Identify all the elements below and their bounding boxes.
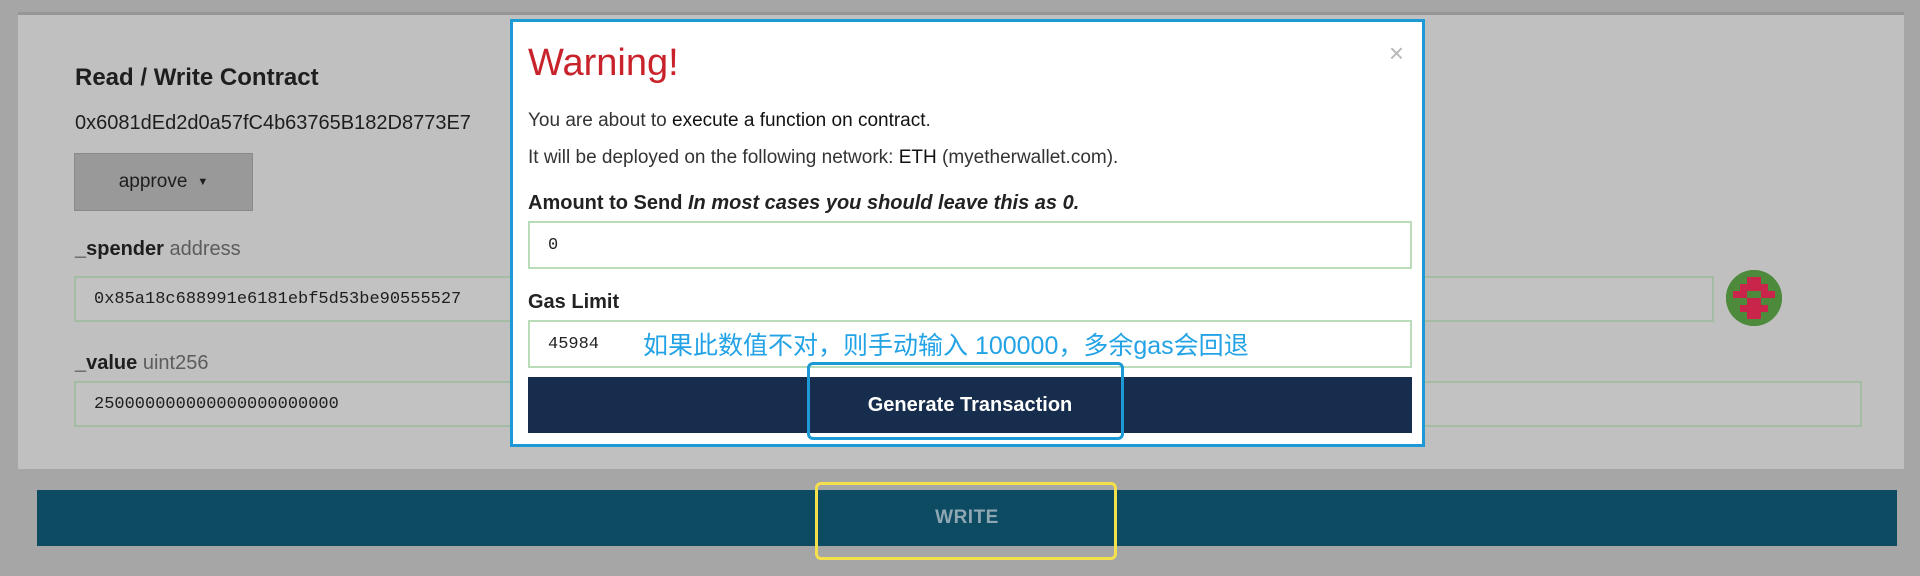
gas-annotation: 如果此数值不对，则手动输入 100000，多余gas会回退 — [643, 332, 1249, 360]
value-label: _value uint256 — [75, 352, 208, 375]
contract-address: 0x6081dEd2d0a57fC4b63765B182D8773E7 — [75, 112, 471, 134]
modal-message-action: You are about to execute a function on c… — [528, 110, 931, 132]
network-prefix: It will be deployed on the following net… — [528, 147, 899, 168]
network-suffix: (myetherwallet.com). — [936, 147, 1119, 168]
function-dropdown-label: approve — [118, 171, 188, 192]
spender-label: _spender address — [75, 238, 241, 261]
generate-highlight-box — [807, 362, 1124, 440]
spender-param-type: address — [169, 238, 241, 260]
amount-label-text: Amount to Send — [528, 192, 683, 214]
identicon-avatar — [1726, 270, 1782, 326]
caret-down-icon: ▼ — [197, 176, 209, 188]
close-icon[interactable]: × — [1389, 38, 1404, 69]
modal-message-network: It will be deployed on the following net… — [528, 147, 1118, 169]
value-param-type: uint256 — [142, 352, 209, 374]
spender-param-name: _spender — [75, 238, 164, 260]
network-strong: ETH — [898, 147, 937, 168]
function-dropdown[interactable]: approve ▼ — [74, 153, 253, 211]
amount-label: Amount to Send In most cases you should … — [528, 192, 1079, 215]
gas-limit-label: Gas Limit — [528, 291, 620, 313]
action-prefix: You are about to — [528, 110, 673, 131]
modal-title: Warning! — [528, 42, 679, 84]
amount-hint: In most cases you should leave this as 0… — [688, 192, 1080, 214]
action-strong: execute a function on contract — [672, 110, 926, 131]
read-write-title: Read / Write Contract — [75, 64, 319, 91]
value-param-name: _value — [75, 352, 138, 374]
amount-input[interactable]: 0 — [528, 221, 1412, 269]
action-suffix: . — [925, 110, 931, 131]
write-highlight-box — [815, 482, 1117, 560]
